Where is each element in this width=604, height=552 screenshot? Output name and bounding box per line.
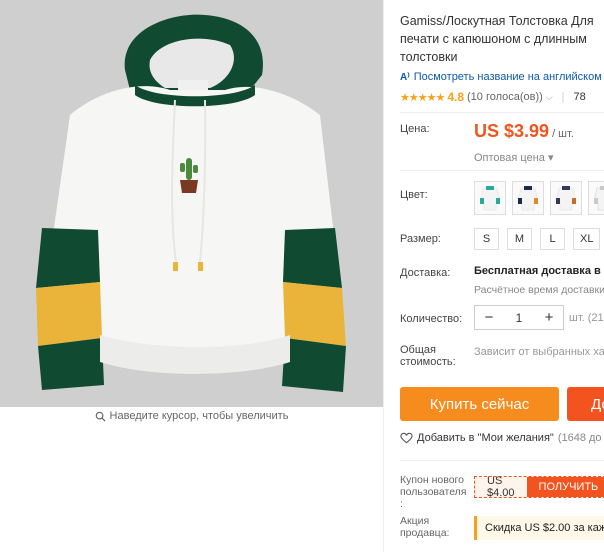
color-swatches bbox=[474, 181, 604, 215]
size-option-s[interactable]: S bbox=[474, 228, 499, 250]
magnifier-icon bbox=[95, 411, 106, 422]
product-title-line: толстовки bbox=[400, 50, 458, 64]
size-options: S M L XL bbox=[474, 228, 601, 250]
shipping-method[interactable]: Бесплатная доставка в Р bbox=[474, 265, 604, 277]
translate-icon: A⁾ bbox=[400, 71, 410, 83]
size-option-m[interactable]: M bbox=[507, 228, 532, 250]
translate-link-text[interactable]: Посмотреть название на английском bbox=[414, 71, 602, 83]
coupon-label: Купон нового пользователя : bbox=[400, 474, 467, 510]
total-label-line: стоимость: bbox=[400, 356, 456, 368]
price-value: US $3.99/ шт. bbox=[474, 121, 574, 142]
color-label: Цвет: bbox=[400, 189, 428, 201]
promo-label-line: Акция bbox=[400, 515, 430, 527]
total-label: Общая стоимость: bbox=[400, 344, 456, 368]
divider: | bbox=[561, 91, 565, 103]
chevron-down-icon[interactable]: ⌵ bbox=[546, 92, 553, 103]
divider bbox=[400, 112, 604, 113]
size-option-l[interactable]: L bbox=[540, 228, 565, 250]
product-image-panel[interactable] bbox=[0, 0, 383, 407]
translate-title-link[interactable]: A⁾ Посмотреть название на английском bbox=[400, 71, 602, 83]
quantity-input[interactable]: 1 bbox=[503, 311, 535, 325]
rating-value: 4.8 bbox=[447, 90, 464, 104]
zoom-hint-text: Наведите курсор, чтобы увеличить bbox=[109, 410, 289, 422]
total-label-line: Общая bbox=[400, 344, 436, 356]
wishlist-count: (1648 до bbox=[557, 432, 602, 444]
coupon-label-line: Купон нового bbox=[400, 474, 464, 486]
new-user-coupon: US $4.00 ПОЛУЧИТЬ bbox=[474, 475, 604, 499]
wholesale-price-text[interactable]: Оптовая цена bbox=[474, 152, 545, 164]
orders-count: 78 bbox=[573, 91, 586, 103]
price-unit: / шт. bbox=[552, 128, 574, 140]
coupon-amount: US $4.00 bbox=[475, 475, 527, 499]
seller-promo-badge[interactable]: Скидка US $2.00 за кажд bbox=[474, 516, 604, 540]
product-title-line: печати с капюшоном с длинным bbox=[400, 32, 587, 46]
size-label: Размер: bbox=[400, 233, 441, 245]
coupon-label-line: пользователя bbox=[400, 486, 467, 498]
wishlist-text[interactable]: Добавить в "Мои желания" bbox=[417, 432, 554, 444]
get-coupon-button[interactable]: ПОЛУЧИТЬ bbox=[526, 477, 604, 497]
promo-label-line: продавца: bbox=[400, 527, 450, 539]
total-value: Зависит от выбранных хар bbox=[474, 346, 604, 358]
color-swatch-gray-white[interactable] bbox=[550, 181, 582, 215]
wholesale-price-link[interactable]: Оптовая цена ▾ bbox=[474, 151, 553, 164]
size-option-xl[interactable]: XL bbox=[573, 228, 601, 250]
color-swatch-green-white[interactable] bbox=[474, 181, 506, 215]
rating-row: ★★★★★ 4.8 (10 голоса(ов)) ⌵ | 78 bbox=[400, 90, 586, 104]
shipping-estimate: Расчётное время доставки bbox=[474, 284, 604, 296]
rating-stars-icon: ★★★★★ bbox=[400, 91, 445, 104]
quantity-available: шт. (21 bbox=[569, 312, 604, 324]
add-to-cart-button[interactable]: До bbox=[567, 387, 604, 421]
quantity-label: Количество: bbox=[400, 313, 463, 325]
color-swatch-navy-white[interactable] bbox=[512, 181, 544, 215]
zoom-hint: Наведите курсор, чтобы увеличить bbox=[0, 410, 383, 422]
caret-down-icon: ▾ bbox=[547, 152, 554, 164]
color-swatch-white[interactable] bbox=[588, 181, 604, 215]
shipping-label: Доставка: bbox=[400, 267, 451, 279]
quantity-increase-button[interactable]: + bbox=[535, 309, 563, 326]
divider bbox=[400, 170, 604, 171]
product-title: Gamiss/Лоскутная Толстовка Для печати с … bbox=[400, 12, 604, 66]
price-label: Цена: bbox=[400, 123, 430, 135]
product-info-panel: Gamiss/Лоскутная Толстовка Для печати с … bbox=[383, 0, 604, 552]
votes-link[interactable]: (10 голоса(ов)) bbox=[467, 91, 543, 103]
seller-promo-label: Акция продавца: bbox=[400, 515, 449, 539]
quantity-decrease-button[interactable]: − bbox=[475, 309, 503, 326]
add-to-wishlist-link[interactable]: Добавить в "Мои желания" (1648 до bbox=[400, 432, 602, 444]
product-photo-hoodie[interactable] bbox=[0, 0, 383, 407]
heart-icon bbox=[400, 432, 413, 444]
product-title-line: Gamiss/Лоскутная Толстовка Для bbox=[400, 14, 594, 28]
divider bbox=[400, 460, 604, 461]
price-amount: US $3.99 bbox=[474, 121, 550, 141]
buy-now-button[interactable]: Купить сейчас bbox=[400, 387, 559, 421]
quantity-stepper: − 1 + bbox=[474, 305, 564, 330]
coupon-label-line: : bbox=[400, 498, 403, 510]
